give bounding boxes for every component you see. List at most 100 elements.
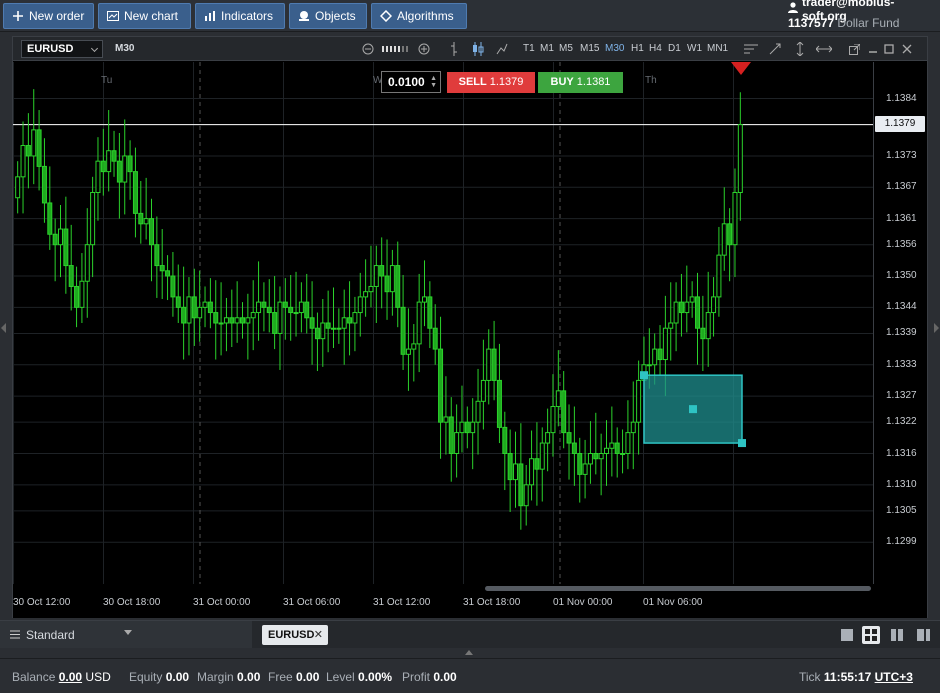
spinner-icon[interactable]: ▲ ▼ bbox=[430, 75, 437, 89]
maximize-icon[interactable] bbox=[883, 41, 895, 57]
layout-single-icon[interactable] bbox=[838, 626, 856, 644]
candle-body bbox=[165, 270, 171, 277]
candle-body bbox=[74, 285, 80, 308]
candle-body bbox=[566, 432, 572, 444]
buy-button[interactable]: BUY 1.1381 bbox=[538, 72, 623, 93]
timezone-select[interactable]: UTC+3 bbox=[875, 670, 913, 684]
candle-body bbox=[256, 301, 262, 314]
layout-split-icon[interactable] bbox=[914, 626, 932, 644]
lot-size-input[interactable]: 0.0100 ▲ ▼ bbox=[381, 71, 441, 93]
price-tick-label: 1.1367 bbox=[886, 181, 917, 193]
candle-body bbox=[304, 301, 310, 319]
candle-body bbox=[695, 296, 700, 329]
time-tick-label: 01 Nov 00:00 bbox=[553, 597, 613, 608]
symbol-select[interactable]: EURUSD bbox=[21, 40, 103, 58]
bar-type-icon[interactable] bbox=[447, 41, 461, 57]
timeframe-m30[interactable]: M30 bbox=[605, 41, 624, 57]
price-tick-label: 1.1356 bbox=[886, 238, 917, 250]
timeframe-mn1[interactable]: MN1 bbox=[707, 41, 728, 57]
vertical-line-icon[interactable] bbox=[793, 41, 807, 57]
trend-line-icon[interactable] bbox=[767, 41, 783, 57]
workspace-select[interactable]: Standard bbox=[0, 621, 252, 648]
zoom-in-icon[interactable] bbox=[417, 41, 431, 57]
minimize-icon[interactable] bbox=[867, 41, 879, 57]
objects-icon bbox=[298, 10, 310, 22]
symbol-value: EURUSD bbox=[27, 43, 74, 55]
close-tab-icon[interactable]: ✕ bbox=[314, 625, 323, 645]
candle-body bbox=[646, 364, 652, 367]
time-tick-label: 31 Oct 18:00 bbox=[463, 597, 521, 608]
candle-body bbox=[379, 265, 385, 277]
indicators-button[interactable]: Indicators bbox=[195, 3, 285, 29]
zoom-slider[interactable] bbox=[379, 41, 413, 57]
candle-body bbox=[652, 348, 658, 366]
detach-window-icon[interactable] bbox=[847, 41, 861, 57]
timeframe-d1[interactable]: D1 bbox=[668, 41, 681, 57]
candle-body bbox=[325, 322, 331, 329]
right-panel-toggle-icon[interactable] bbox=[934, 323, 939, 333]
user-icon bbox=[788, 1, 798, 16]
candle-body bbox=[352, 312, 358, 324]
candle-body bbox=[213, 312, 219, 324]
algorithms-label: Algorithms bbox=[397, 9, 454, 23]
candle-body bbox=[470, 421, 476, 434]
price-tick-label: 1.1333 bbox=[886, 358, 917, 370]
status-panel-handle-icon[interactable] bbox=[465, 650, 473, 655]
left-panel-toggle-icon[interactable] bbox=[1, 323, 6, 333]
chart-tab-eurusd[interactable]: EURUSD ✕ bbox=[262, 625, 328, 645]
candle-body bbox=[705, 312, 711, 340]
candle-body bbox=[293, 312, 299, 315]
timeframe-m5[interactable]: M5 bbox=[559, 41, 573, 57]
account-info[interactable]: trader@mobius-soft.org 1137577 Dollar Fu… bbox=[788, 0, 934, 31]
price-axis[interactable]: 1.1384 1.1373 1.1367 1.1361 1.1356 1.1350 1.13… bbox=[873, 62, 927, 584]
candle-body bbox=[689, 296, 695, 303]
candle-body bbox=[432, 327, 438, 350]
close-icon[interactable] bbox=[901, 41, 913, 57]
candle-body bbox=[202, 301, 208, 308]
equity-field: Equity 0.00 bbox=[129, 670, 189, 684]
candle-body bbox=[582, 463, 588, 475]
free-label: Free bbox=[268, 670, 293, 684]
algorithms-button[interactable]: Algorithms bbox=[371, 3, 467, 29]
candle-body bbox=[234, 317, 240, 324]
candle-body bbox=[320, 322, 326, 340]
balance-field: Balance 0.00 USD bbox=[12, 670, 111, 684]
candle-body bbox=[507, 453, 513, 481]
level-label: Level bbox=[326, 670, 355, 684]
layout-columns-icon[interactable] bbox=[888, 626, 906, 644]
line-type-icon[interactable] bbox=[495, 41, 509, 57]
candle-body bbox=[384, 275, 390, 293]
server-time: 11:55:17 bbox=[823, 670, 872, 684]
candle-body bbox=[496, 379, 502, 428]
sell-button[interactable]: SELL 1.1379 bbox=[447, 72, 535, 93]
chart-settings-icon[interactable] bbox=[743, 41, 759, 57]
layout-grid-icon[interactable] bbox=[862, 626, 880, 644]
candle-body bbox=[614, 442, 620, 454]
timeframe-t1[interactable]: T1 bbox=[523, 41, 535, 57]
current-price-tag: 1.1379 bbox=[875, 116, 925, 132]
timeframe-h1[interactable]: H1 bbox=[631, 41, 644, 57]
candle-body bbox=[154, 244, 160, 267]
candle-body bbox=[491, 348, 497, 381]
timeframe-m1[interactable]: M1 bbox=[540, 41, 554, 57]
candle-body bbox=[523, 484, 529, 507]
buy-price: 1.1381 bbox=[576, 76, 611, 88]
plus-icon bbox=[12, 10, 24, 22]
candle-body bbox=[79, 280, 85, 308]
timeframe-m15[interactable]: M15 bbox=[580, 41, 599, 57]
balance-value[interactable]: 0.00 bbox=[59, 670, 82, 684]
zoom-out-icon[interactable] bbox=[361, 41, 375, 57]
price-tick-label: 1.1299 bbox=[886, 536, 917, 548]
timeframe-w1[interactable]: W1 bbox=[687, 41, 702, 57]
horizontal-line-icon[interactable] bbox=[815, 41, 833, 57]
level-value: 0.00% bbox=[358, 670, 393, 684]
new-order-button[interactable]: New order bbox=[3, 3, 94, 29]
candle-body bbox=[36, 129, 42, 167]
new-chart-button[interactable]: New chart bbox=[98, 3, 191, 29]
objects-button[interactable]: Objects bbox=[289, 3, 367, 29]
horizontal-scrollbar[interactable] bbox=[485, 586, 871, 591]
price-chart[interactable] bbox=[13, 62, 873, 584]
timeframe-h4[interactable]: H4 bbox=[649, 41, 662, 57]
candlestick-type-icon[interactable] bbox=[471, 41, 485, 57]
candle-body bbox=[609, 442, 615, 449]
